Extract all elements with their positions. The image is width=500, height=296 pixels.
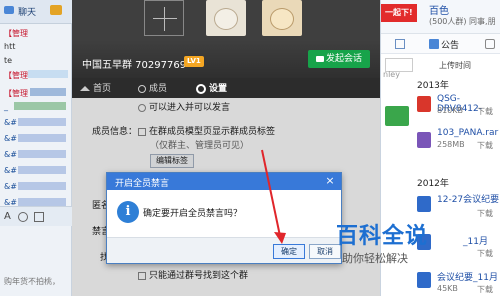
menu-icon[interactable] [485, 39, 495, 49]
group-photo[interactable] [206, 0, 246, 36]
nav-members-label: 成员 [149, 84, 168, 94]
nav-settings[interactable]: 设置 [196, 81, 227, 95]
info-icon: i [117, 201, 139, 223]
blurred-text [18, 182, 66, 190]
watermark-logo: 百科全说 助你轻松解决 [336, 218, 462, 270]
blurred-text [18, 118, 66, 126]
year-2012: 2012年 [417, 179, 449, 189]
blurred-text [14, 102, 66, 110]
download-link[interactable]: 下载 [477, 284, 493, 295]
chat-message: &# [4, 150, 17, 159]
promo-badge[interactable]: 一起下! [381, 4, 417, 22]
level-badge: LV1 [184, 56, 204, 67]
check-icon[interactable] [385, 106, 409, 126]
blurred-text [30, 88, 66, 96]
chat-message: &# [4, 182, 17, 191]
chat-message: 【管理 [4, 29, 28, 38]
download-link[interactable]: 下载 [477, 208, 493, 219]
home-icon [80, 86, 90, 91]
nav-settings-label: 设置 [209, 84, 228, 94]
emoji-icon[interactable] [18, 212, 28, 222]
file-size: 45KB [437, 284, 458, 293]
files-icon[interactable] [395, 39, 405, 49]
pdf-file-icon [417, 96, 431, 112]
chat-message: &# [4, 118, 17, 127]
group-header: 一起下! 百色 (500人群) 同事,朋 [381, 0, 500, 34]
chat-tab[interactable]: 聊天 [18, 5, 36, 19]
chat-bubble-icon [315, 55, 324, 62]
gear-icon [196, 83, 206, 94]
start-chat-button[interactable]: 发起会话 [308, 50, 370, 68]
chat-icon[interactable] [4, 5, 14, 19]
watermark-title: 百科全说 [336, 224, 429, 249]
input-hint[interactable]: 购年货不拍桃， [4, 276, 60, 287]
blurred-text [18, 198, 66, 206]
nav-home[interactable]: 首页 [80, 81, 111, 95]
chat-message: te [4, 56, 13, 65]
file-name[interactable]: 103_PANA.rar [437, 128, 498, 138]
members-icon [138, 84, 146, 93]
download-link[interactable]: 下载 [477, 140, 493, 151]
group-subtitle: (500人群) 同事,朋 [429, 17, 496, 26]
word-file-icon [417, 196, 431, 212]
group-photo[interactable] [262, 0, 302, 36]
blurred-text [28, 70, 68, 78]
chat-message: htt [4, 42, 16, 51]
nav-members[interactable]: 成员 [138, 81, 167, 95]
screenshot-icon[interactable] [34, 212, 44, 222]
nav-home-label: 首页 [93, 84, 112, 94]
rar-file-icon [417, 132, 431, 148]
confirm-dialog: 开启全员禁言 × i 确定要开启全员禁言吗？ 确定 取消 [106, 172, 342, 264]
announce-link[interactable]: 公告 [441, 38, 459, 51]
download-link[interactable]: 下载 [477, 106, 493, 117]
side-text: nley [383, 70, 400, 79]
group-name: 中国五早群 70297769 [82, 60, 187, 71]
dialog-footer: 确定 取消 [107, 237, 341, 263]
group-icon[interactable] [50, 5, 62, 19]
chat-message: &# [4, 166, 17, 175]
group-tools: 公告 [381, 34, 500, 54]
blurred-text [18, 166, 66, 174]
dialog-message: 确定要开启全员禁言吗？ [143, 209, 243, 219]
group-banner: 中国五早群 70297769 LV1 发起会话 [72, 0, 380, 78]
sort-uploaded[interactable]: 上传时间 [439, 60, 471, 71]
chat-toolbar: 聊天 [0, 0, 72, 24]
watermark-subtitle: 助你轻松解决 [342, 252, 408, 265]
chat-sidebar: 聊天 【管理 htt te 【管理 【管理 _ &# &# &# &# &# &… [0, 0, 72, 296]
dialog-title-bar: 开启全员禁言 × [107, 173, 341, 190]
year-2013: 2013年 [417, 81, 449, 91]
start-chat-label: 发起会话 [325, 54, 362, 64]
font-icon[interactable]: A [4, 211, 11, 222]
chat-message: 【管理 [4, 89, 28, 98]
close-icon[interactable]: × [323, 174, 337, 188]
file-name[interactable]: 会议纪要_11月 [437, 270, 498, 283]
chat-message: 【管理 [4, 71, 28, 80]
file-size: 258MB [437, 140, 465, 149]
dialog-title: 开启全员禁言 [115, 179, 170, 189]
group-title[interactable]: 百色 [429, 2, 449, 17]
ok-button[interactable]: 确定 [273, 244, 305, 259]
announce-icon[interactable] [429, 39, 439, 49]
input-toolbar: A [0, 206, 72, 226]
chat-message: _ [4, 102, 8, 111]
chat-message: &# [4, 134, 17, 143]
group-nav: 首页 成员 设置 [72, 78, 380, 98]
add-photo-button[interactable] [144, 0, 184, 36]
file-size: 810KB [437, 106, 464, 115]
download-link[interactable]: 下载 [477, 248, 493, 259]
file-name-partial[interactable]: _11月 [463, 234, 488, 247]
blurred-text [18, 134, 66, 142]
file-name[interactable]: 12-27会议纪要 [437, 192, 499, 205]
blurred-text [18, 150, 66, 158]
word-file-icon [417, 272, 431, 288]
